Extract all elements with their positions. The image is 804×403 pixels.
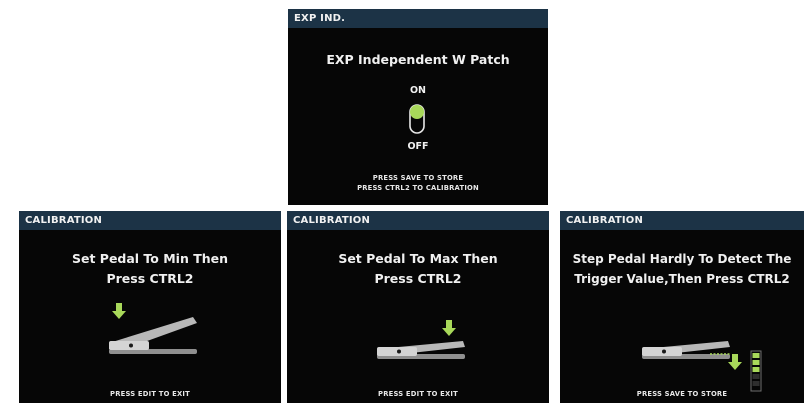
- instruction-line-2: Press CTRL2: [374, 271, 462, 286]
- instruction-line-2: Trigger Value,Then Press CTRL2: [574, 272, 790, 286]
- expression-pedal-icon: [377, 341, 465, 359]
- footer-line-save: PRESS SAVE TO STORE: [372, 174, 464, 182]
- calibration-max-screen: CALIBRATION Set Pedal To Max Then Press …: [287, 211, 549, 403]
- calibration-min-screen: CALIBRATION Set Pedal To Min Then Press …: [19, 211, 281, 403]
- exp-ind-screen: EXP IND. EXP Independent W Patch ON OFF …: [288, 9, 548, 205]
- footer-text: PRESS SAVE TO STORE: [636, 390, 728, 398]
- screen-header: EXP IND.: [288, 9, 548, 28]
- instruction-line-2: Press CTRL2: [106, 271, 194, 286]
- level-meter-icon: [750, 350, 762, 392]
- expression-pedal-icon: [109, 317, 197, 354]
- screen-header: CALIBRATION: [560, 211, 804, 230]
- toggle-on-label: ON: [409, 85, 427, 96]
- calibration-trigger-screen: CALIBRATION Step Pedal Hardly To Detect …: [560, 211, 804, 403]
- footer-text: PRESS EDIT TO EXIT: [110, 390, 190, 398]
- footer-line-calibration: PRESS CTRL2 TO CALIBRATION: [357, 184, 479, 192]
- screen-header: CALIBRATION: [19, 211, 281, 230]
- footer-text: PRESS EDIT TO EXIT: [378, 390, 458, 398]
- toggle-switch-icon[interactable]: [408, 103, 428, 137]
- toggle-off-label: OFF: [407, 141, 429, 152]
- screen-header: CALIBRATION: [287, 211, 549, 230]
- down-arrow-icon: [710, 353, 742, 370]
- instruction-line-1: Step Pedal Hardly To Detect The: [572, 252, 792, 266]
- screen-title: EXP Independent W Patch: [326, 52, 510, 67]
- instruction-line-1: Set Pedal To Max Then: [338, 251, 498, 266]
- instruction-line-1: Set Pedal To Min Then: [71, 251, 229, 266]
